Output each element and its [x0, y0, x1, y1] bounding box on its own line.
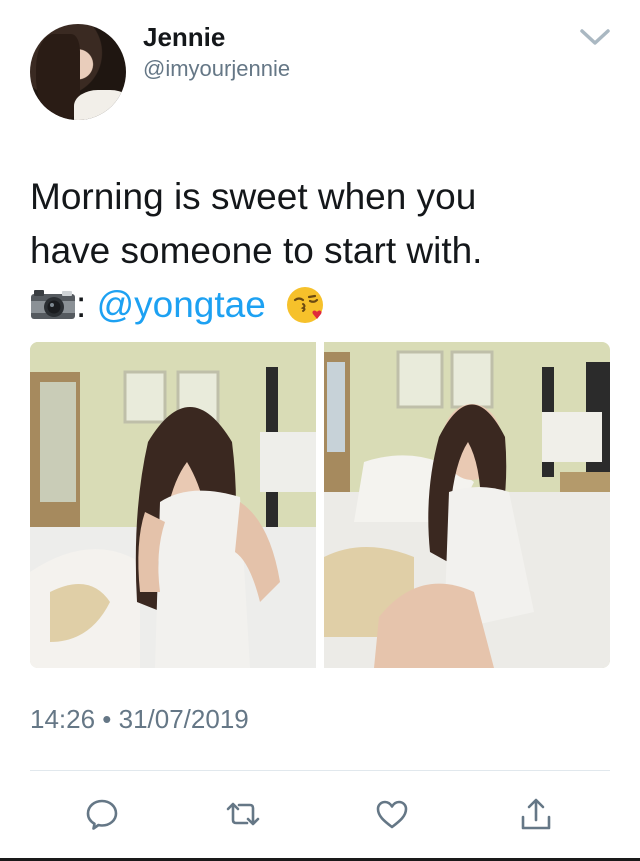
photo-left-image: [30, 342, 316, 668]
reply-icon: [86, 799, 118, 830]
tweet-text-line-2: have someone to start with.: [30, 230, 483, 271]
author-handle[interactable]: @imyourjennie: [143, 56, 290, 82]
camera-emoji-icon: [31, 290, 75, 319]
tweet-header: Jennie @imyourjennie: [0, 0, 640, 140]
tweet-timestamp[interactable]: 14:26 • 31/07/2019: [30, 704, 249, 735]
tweet-media: [30, 342, 610, 668]
avatar-shoulder: [74, 90, 126, 120]
reply-button[interactable]: [80, 790, 124, 838]
retweet-icon: [226, 802, 260, 826]
tweet-text-line-3: : @yongtae: [30, 278, 620, 332]
mention-link[interactable]: @yongtae: [97, 284, 266, 325]
photo-left[interactable]: [30, 342, 316, 668]
tweet-actions: [0, 790, 640, 846]
divider: [30, 770, 610, 771]
retweet-button[interactable]: [221, 790, 265, 838]
avatar[interactable]: [30, 24, 126, 120]
camera-colon: :: [76, 284, 87, 325]
photo-right[interactable]: [324, 342, 610, 668]
chevron-down-icon[interactable]: [578, 26, 612, 48]
author-name[interactable]: Jennie: [143, 22, 225, 53]
like-button[interactable]: [370, 790, 414, 838]
tweet-text-line-1: Morning is sweet when you: [30, 176, 477, 217]
face-blowing-kiss-emoji-icon: [287, 287, 324, 323]
tweet-text: Morning is sweet when you have someone t…: [30, 170, 620, 332]
photo-right-image: [324, 342, 610, 668]
heart-icon: [376, 800, 408, 829]
share-button[interactable]: [514, 790, 558, 838]
share-icon: [521, 798, 551, 830]
